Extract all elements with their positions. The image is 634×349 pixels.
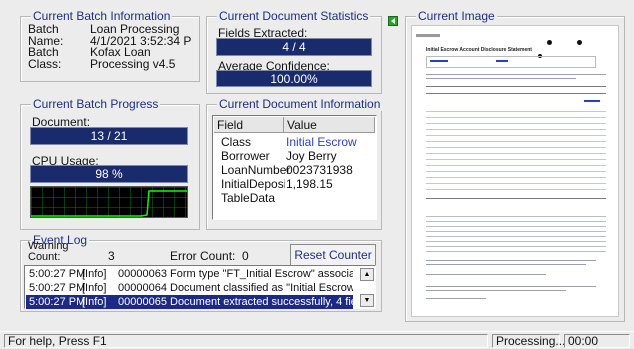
current-image-title: Current Image [416, 9, 497, 23]
field-name-initialdeposit[interactable]: InitialDeposit [221, 177, 285, 191]
doc-stamp [416, 34, 440, 37]
doc-text-line [426, 264, 586, 265]
log-time: 5:00:27 PM [29, 282, 86, 294]
doc-table-body [426, 106, 606, 194]
doc-text-line [426, 78, 576, 79]
doc-blue-tag [584, 100, 600, 102]
batch-info-title: Current Batch Information [31, 9, 173, 23]
column-header-field[interactable]: Field [214, 117, 284, 133]
doc-text-line [426, 286, 596, 287]
log-entry-selected[interactable]: 5:00:27 PM[Info] 00000065 Document extrac… [26, 295, 353, 309]
field-name-borrower[interactable]: Borrower [221, 149, 270, 163]
log-message: 00000063 Form type "FT_Initial Escrow" a… [118, 268, 353, 280]
doc-text-line [426, 74, 606, 75]
status-help-text: For help, Press F1 [4, 334, 488, 348]
log-level: [Info] [82, 296, 107, 308]
doc-logo-dot [547, 40, 552, 45]
error-count-value: 0 [242, 249, 249, 263]
doc-text-line [426, 260, 596, 261]
column-header-value[interactable]: Value [284, 117, 375, 133]
doc-text-line [426, 274, 546, 275]
status-timer: 00:00 [564, 334, 630, 348]
doc-header-box [426, 56, 596, 68]
doc-blue-tag [496, 60, 508, 62]
doc-logo-dot [577, 40, 582, 45]
log-level: [Info] [82, 268, 107, 280]
doc-stats-title: Current Document Statistics [217, 9, 371, 23]
field-value-borrower[interactable]: Joy Berry [286, 149, 337, 163]
cpu-usage-bar: 98 % [30, 165, 188, 183]
warning-count-label: Warning Count: [28, 240, 69, 263]
cpu-usage-graph [30, 186, 188, 218]
doc-heading: Initial Escrow Account Disclosure Statem… [426, 47, 532, 53]
log-message: 00000064 Document classified as "Initial… [118, 282, 353, 294]
warning-count-value: 3 [108, 249, 115, 263]
field-value-loannumber[interactable]: 0023731938 [286, 163, 353, 177]
field-name-class[interactable]: Class [221, 135, 251, 149]
log-level: [Info] [82, 282, 107, 294]
reset-counter-button[interactable]: Reset Counter [290, 244, 376, 266]
log-time: 5:00:27 PM [29, 268, 86, 280]
doc-text-line [426, 298, 486, 299]
event-log-list[interactable]: 5:00:27 PM[Info] 00000063 Form type "FT_I… [24, 265, 376, 309]
document-progress-bar: 13 / 21 [30, 127, 188, 145]
batch-class-value-2: Processing v4.5 [90, 57, 176, 71]
doc-table-header [426, 86, 606, 94]
scroll-up-arrow-icon[interactable]: ▲ [360, 268, 374, 281]
error-count-label: Error Count: [170, 249, 236, 263]
log-time: 5:00:27 PM [29, 296, 86, 308]
document-image[interactable]: Initial Escrow Account Disclosure Statem… [411, 25, 619, 317]
batch-class-label-2: Class: [28, 57, 62, 71]
doc-blue-tag [430, 60, 448, 62]
status-processing: Processing... [492, 334, 565, 348]
log-entry[interactable]: 5:00:27 PM[Info] 00000063 Form type "FT_I… [26, 267, 353, 281]
field-name-loannumber[interactable]: LoanNumber [221, 163, 290, 177]
field-value-class[interactable]: Initial Escrow [286, 135, 357, 149]
fields-extracted-bar: 4 / 4 [216, 38, 372, 56]
doc-text-line [426, 198, 606, 199]
doc-text-line [426, 290, 566, 291]
collapse-panel-icon[interactable] [388, 16, 398, 26]
log-message: 00000065 Document extracted successfully… [118, 296, 353, 308]
batch-progress-title: Current Batch Progress [31, 97, 161, 111]
scroll-down-arrow-icon[interactable]: ▼ [360, 294, 374, 307]
log-entry[interactable]: 5:00:27 PM[Info] 00000064 Document classi… [26, 281, 353, 295]
doc-info-table[interactable]: Field Value Class Initial Escrow Borrowe… [212, 115, 377, 220]
average-confidence-bar: 100.00% [216, 70, 372, 87]
doc-info-title: Current Document Information [217, 97, 383, 111]
doc-footer-block [426, 212, 606, 252]
field-value-initialdeposit[interactable]: 1,198.15 [286, 177, 333, 191]
cpu-graph-svg [31, 187, 187, 217]
field-name-tabledata[interactable]: TableData [221, 191, 275, 205]
